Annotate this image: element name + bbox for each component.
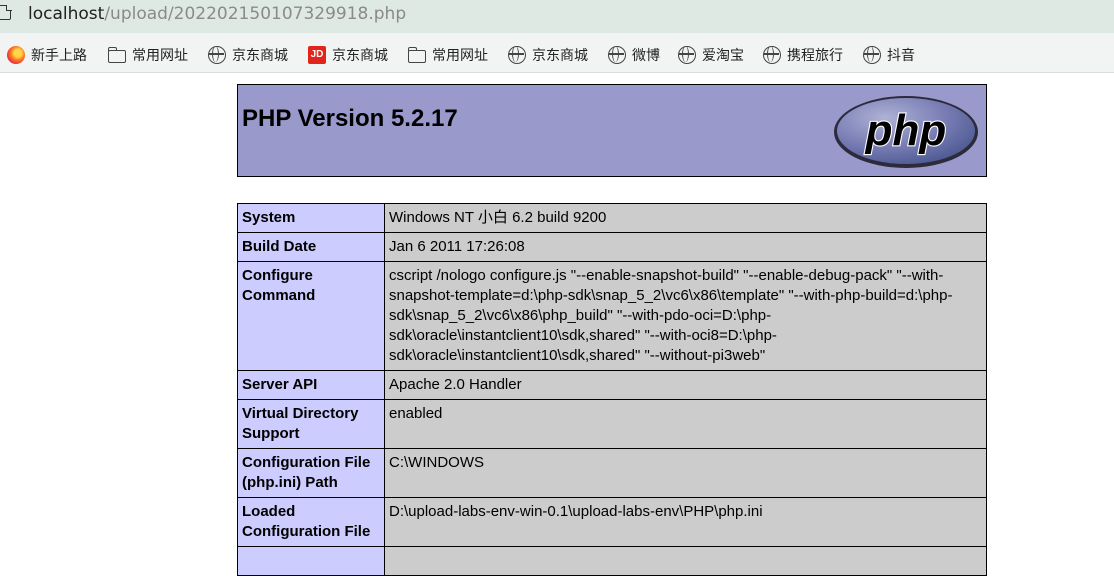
table-row: Server API Apache 2.0 Handler: [237, 370, 987, 400]
phpinfo-table: System Windows NT 小白 6.2 build 9200 Buil…: [237, 203, 987, 576]
row-value: Jan 6 2011 17:26:08: [384, 232, 987, 262]
globe-icon: [863, 46, 881, 64]
row-key: Configuration File (php.ini) Path: [237, 448, 385, 498]
bookmark-common-sites[interactable]: 常用网址: [407, 45, 488, 65]
bookmark-label: 抖音: [887, 48, 915, 64]
bookmark-label: 京东商城: [532, 48, 588, 64]
phpinfo-header: PHP Version 5.2.17 php: [237, 84, 987, 177]
globe-icon: [763, 46, 781, 64]
bookmark-label: 爱淘宝: [702, 48, 744, 64]
bookmark-label: 携程旅行: [787, 48, 843, 64]
url-path: /upload/202202150107329918.php: [104, 4, 407, 24]
globe-icon: [208, 46, 226, 64]
row-value: Windows NT 小白 6.2 build 9200: [384, 203, 987, 233]
row-key: Virtual Directory Support: [237, 399, 385, 449]
bookmark-jd[interactable]: 京东商城: [508, 45, 588, 65]
bookmark-douyin[interactable]: 抖音: [863, 45, 915, 65]
bookmark-label: 微博: [632, 48, 660, 64]
bookmark-label: 京东商城: [232, 48, 288, 64]
table-row: Loaded Configuration File D:\upload-labs…: [237, 497, 987, 547]
table-row: Virtual Directory Support enabled: [237, 399, 987, 449]
globe-icon: [608, 46, 626, 64]
url-text[interactable]: localhost/upload/202202150107329918.php: [28, 4, 406, 24]
bookmark-jd[interactable]: 京东商城: [208, 45, 288, 65]
bookmark-ctrip[interactable]: 携程旅行: [763, 45, 843, 65]
row-value: C:\WINDOWS: [384, 448, 987, 498]
php-logo: php: [834, 96, 978, 168]
table-row: System Windows NT 小白 6.2 build 9200: [237, 203, 987, 233]
globe-icon: [508, 46, 526, 64]
php-logo-text: php: [865, 106, 947, 155]
table-row: Build Date Jan 6 2011 17:26:08: [237, 232, 987, 262]
row-key: Server API: [237, 370, 385, 400]
bookmark-jd[interactable]: JD 京东商城: [308, 45, 388, 65]
firefox-icon: [7, 46, 25, 64]
bookmark-common-sites[interactable]: 常用网址: [107, 45, 188, 65]
page-title: PHP Version 5.2.17: [242, 105, 458, 132]
bookmark-label: 京东商城: [332, 48, 388, 64]
globe-icon: [678, 46, 696, 64]
table-row: Configuration File (php.ini) Path C:\WIN…: [237, 448, 987, 498]
bookmark-label: 常用网址: [132, 48, 188, 64]
bookmark-aitaobao[interactable]: 爱淘宝: [678, 45, 744, 65]
table-row: Configure Command cscript /nologo config…: [237, 261, 987, 371]
url-host: localhost: [28, 4, 105, 24]
bookmark-label: 常用网址: [432, 48, 488, 64]
folder-icon: [107, 46, 126, 63]
row-key: Configure Command: [237, 261, 385, 371]
folder-icon: [407, 46, 426, 63]
bookmarks-bar: 新手上路 常用网址 京东商城 JD 京东商城 常用网址 京东商城 微博 爱淘宝 …: [0, 33, 1114, 73]
row-value: Apache 2.0 Handler: [384, 370, 987, 400]
bookmark-weibo[interactable]: 微博: [608, 45, 660, 65]
bookmark-label: 新手上路: [31, 48, 87, 64]
bookmark-newbie[interactable]: 新手上路: [7, 45, 87, 65]
row-key: Build Date: [237, 232, 385, 262]
jd-icon: JD: [308, 46, 326, 64]
row-value: enabled: [384, 399, 987, 449]
row-key: Loaded Configuration File: [237, 497, 385, 547]
row-value: D:\upload-labs-env-win-0.1\upload-labs-e…: [384, 497, 987, 547]
page-icon: [0, 4, 12, 20]
row-value: cscript /nologo configure.js "--enable-s…: [384, 261, 987, 371]
row-key: System: [237, 203, 385, 233]
address-bar[interactable]: localhost/upload/202202150107329918.php: [0, 0, 1114, 33]
